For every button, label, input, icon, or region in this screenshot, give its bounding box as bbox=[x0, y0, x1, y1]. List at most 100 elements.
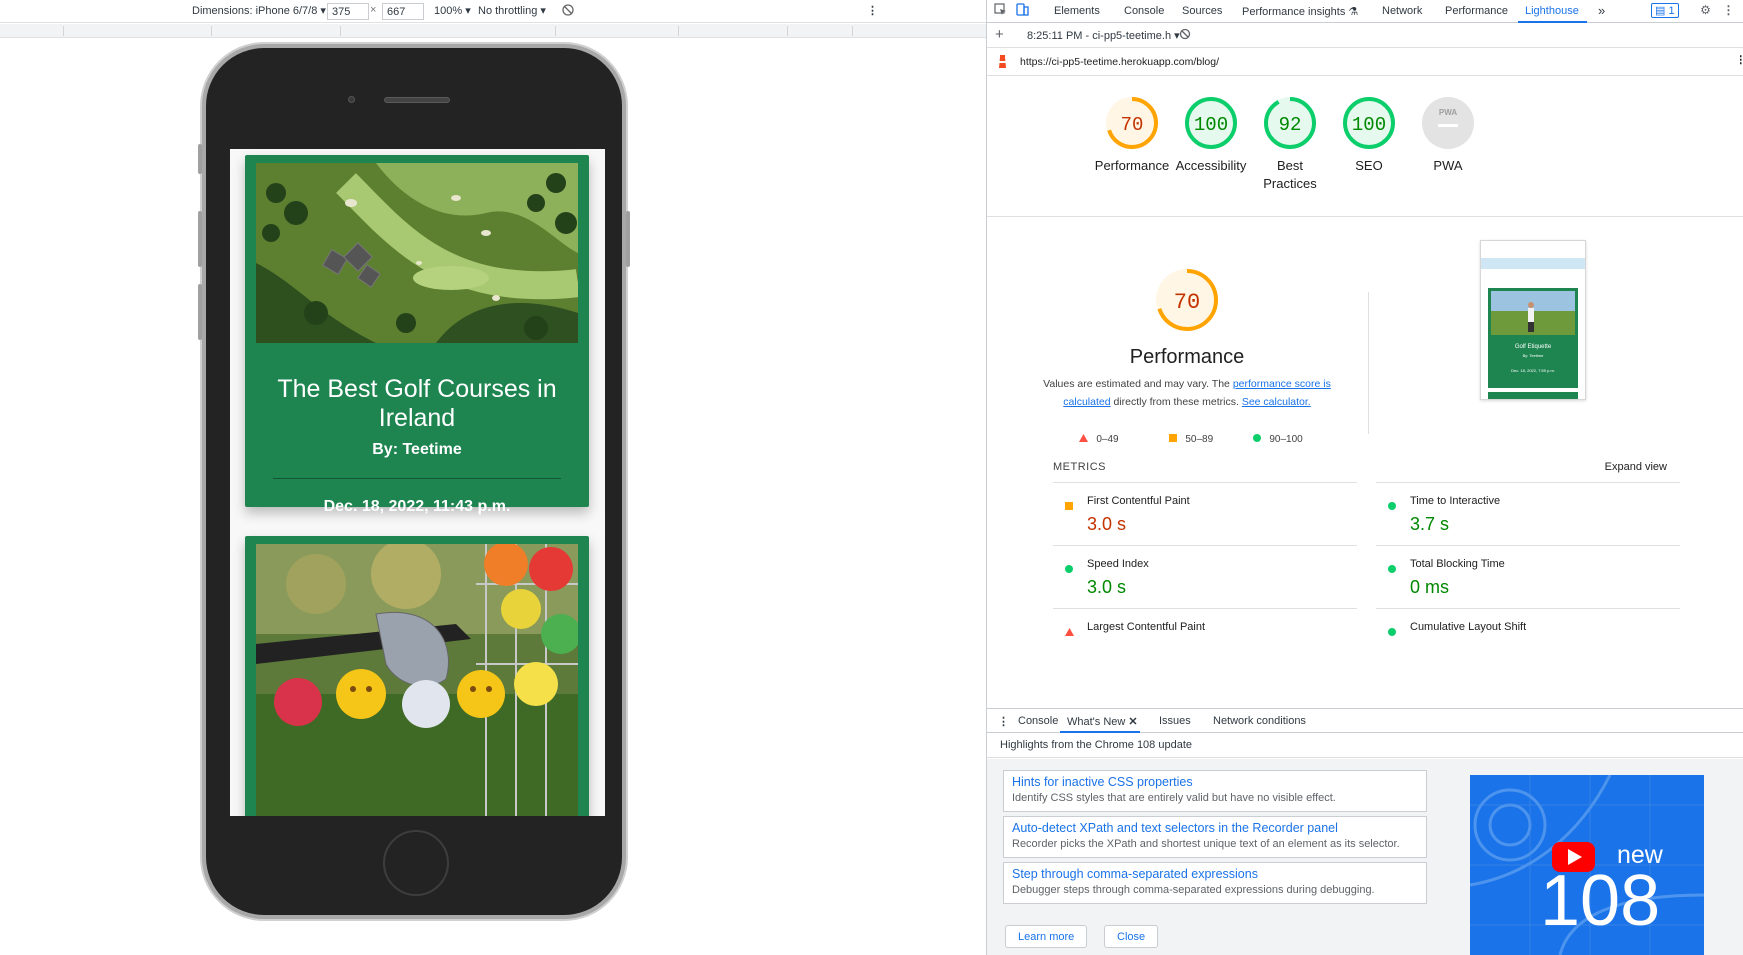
blog-post-card[interactable] bbox=[245, 536, 589, 816]
tab-sources[interactable]: Sources bbox=[1182, 5, 1222, 17]
highlight-item[interactable]: Step through comma-separated expressions… bbox=[1003, 862, 1427, 904]
device-ruler bbox=[0, 24, 986, 38]
gauge-score: PWA bbox=[1439, 108, 1457, 117]
thumb-golfer-image bbox=[1491, 291, 1575, 335]
lighthouse-logo-icon bbox=[997, 55, 1008, 72]
report-menu-icon[interactable]: ⋮ bbox=[1736, 54, 1743, 66]
tab-console[interactable]: Console bbox=[1124, 5, 1164, 17]
gauge-ring: 100 bbox=[1343, 97, 1395, 149]
metric-value: 3.0 s bbox=[1087, 577, 1127, 597]
gauge-label: Best Practices bbox=[1263, 158, 1317, 191]
circle-icon bbox=[1253, 434, 1261, 442]
gauge-score: 100 bbox=[1352, 114, 1386, 136]
gauge-ring: 100 bbox=[1185, 97, 1237, 149]
expand-view-button[interactable]: Expand view bbox=[1605, 461, 1667, 473]
front-camera bbox=[348, 96, 355, 103]
drawer-menu-icon[interactable]: ⋮ bbox=[998, 715, 1009, 728]
metric-name: Cumulative Layout Shift bbox=[1410, 621, 1527, 633]
thumb-post-author: By: Teetime bbox=[1522, 353, 1544, 358]
more-tabs-icon[interactable]: » bbox=[1598, 3, 1605, 18]
close-tab-icon[interactable]: ✕ bbox=[1128, 716, 1137, 728]
big-gauge-score: 70 bbox=[1174, 290, 1200, 315]
blog-post-card[interactable]: The Best Golf Courses in Ireland By: Tee… bbox=[245, 155, 589, 515]
report-selector[interactable]: 8:25:11 PM - ci-pp5-teetime.h ▾ bbox=[1027, 29, 1180, 42]
gauge-best-practices[interactable]: 92 Best Practices bbox=[1245, 95, 1335, 193]
drawer-tab-label: What's New bbox=[1067, 716, 1126, 728]
rotate-icon[interactable] bbox=[561, 3, 575, 20]
issues-badge[interactable]: ▤ 1 bbox=[1651, 3, 1679, 18]
zoom-dropdown[interactable]: 100% ▾ bbox=[434, 4, 471, 17]
volume-down-button bbox=[198, 284, 202, 340]
experiment-flask-icon: ⚗ bbox=[1348, 6, 1359, 18]
tab-elements[interactable]: Elements bbox=[1054, 5, 1100, 17]
drawer-tab-issues[interactable]: Issues bbox=[1159, 715, 1191, 727]
drawer-tab-network-conditions[interactable]: Network conditions bbox=[1213, 715, 1306, 727]
gauge-seo[interactable]: 100 SEO bbox=[1324, 95, 1414, 175]
gauge-performance[interactable]: 70 Performance bbox=[1087, 95, 1177, 175]
metric-value: 3.7 s bbox=[1410, 514, 1450, 534]
fail-triangle-icon bbox=[1065, 628, 1074, 636]
devtools-tab-bar: Elements Console Sources Performance ins… bbox=[987, 0, 1743, 23]
highlight-description: Debugger steps through comma-separated e… bbox=[1012, 884, 1375, 896]
post-title[interactable]: The Best Golf Courses in Ireland bbox=[255, 375, 579, 433]
throttling-value: No throttling bbox=[478, 5, 538, 17]
dropdown-arrow-icon: ▾ bbox=[465, 5, 471, 17]
throttling-dropdown[interactable]: No throttling ▾ bbox=[478, 4, 546, 17]
metric-value: 3.0 s bbox=[1087, 514, 1127, 534]
performance-big-gauge: 70 bbox=[1156, 269, 1218, 331]
highlight-description: Identify CSS styles that are entirely va… bbox=[1012, 792, 1336, 804]
lighthouse-url-bar: https://ci-pp5-teetime.herokuapp.com/blo… bbox=[987, 49, 1743, 76]
tab-lighthouse[interactable]: Lighthouse bbox=[1525, 5, 1579, 17]
clear-reports-icon[interactable] bbox=[1179, 28, 1191, 43]
customize-menu-icon[interactable]: ⋮ bbox=[1721, 3, 1736, 18]
highlight-title[interactable]: Step through comma-separated expressions bbox=[1012, 866, 1418, 882]
see-calculator-link[interactable]: See calculator. bbox=[1242, 396, 1311, 408]
section-separator bbox=[1368, 292, 1369, 434]
audited-url[interactable]: https://ci-pp5-teetime.herokuapp.com/blo… bbox=[1020, 56, 1219, 68]
mute-switch bbox=[198, 144, 202, 174]
more-options-icon[interactable]: ⋮ bbox=[867, 4, 878, 17]
desc-text: directly from these metrics. bbox=[1110, 396, 1242, 408]
active-drawer-tab-indicator bbox=[1060, 731, 1140, 733]
active-tab-indicator bbox=[1518, 21, 1587, 23]
device-height-input[interactable] bbox=[382, 3, 424, 20]
gauge-label: PWA bbox=[1433, 158, 1463, 173]
average-square-icon bbox=[1065, 502, 1073, 510]
gauge-pwa[interactable]: PWA PWA bbox=[1403, 95, 1493, 175]
zoom-value: 100% bbox=[434, 5, 463, 17]
metric-name: Total Blocking Time bbox=[1410, 558, 1505, 570]
drawer-tab-console[interactable]: Console bbox=[1018, 715, 1058, 727]
thumb-post-card: Golf Etiquette By: Teetime Dec. 18, 2022… bbox=[1488, 288, 1578, 388]
gauge-accessibility[interactable]: 100 Accessibility bbox=[1166, 95, 1256, 175]
tab-label: Performance insights bbox=[1242, 6, 1346, 18]
tab-performance-insights[interactable]: Performance insights ⚗ bbox=[1242, 5, 1358, 18]
chrome-108-promo-video[interactable]: new 108 bbox=[1470, 775, 1704, 955]
inspect-element-icon[interactable] bbox=[993, 3, 1008, 18]
tab-performance[interactable]: Performance bbox=[1445, 5, 1508, 17]
highlight-title[interactable]: Hints for inactive CSS properties bbox=[1012, 774, 1418, 790]
device-toolbar: Dimensions: iPhone 6/7/8 ▾ × 100% ▾ No t… bbox=[0, 0, 986, 23]
highlight-title[interactable]: Auto-detect XPath and text selectors in … bbox=[1012, 820, 1418, 836]
dropdown-arrow-icon: ▾ bbox=[320, 5, 326, 17]
device-dimensions-dropdown[interactable]: Dimensions: iPhone 6/7/8 ▾ bbox=[192, 4, 326, 17]
device-width-input[interactable] bbox=[327, 3, 369, 20]
highlight-item[interactable]: Hints for inactive CSS properties Identi… bbox=[1003, 770, 1427, 812]
phone-screen[interactable]: The Best Golf Courses in Ireland By: Tee… bbox=[230, 149, 605, 816]
pass-circle-icon bbox=[1388, 502, 1396, 510]
learn-more-button[interactable]: Learn more bbox=[1005, 925, 1088, 948]
dimension-separator: × bbox=[370, 4, 377, 16]
gauge-label: Accessibility bbox=[1175, 158, 1247, 173]
legend-average-label: 50–89 bbox=[1185, 434, 1214, 445]
gauge-ring: 92 bbox=[1264, 97, 1316, 149]
final-screenshot-thumbnail[interactable]: Golf Etiquette By: Teetime Dec. 18, 2022… bbox=[1480, 240, 1586, 400]
tab-network[interactable]: Network bbox=[1382, 5, 1422, 17]
settings-gear-icon[interactable]: ⚙ bbox=[1698, 3, 1713, 18]
new-report-plus-icon[interactable]: + bbox=[995, 26, 1004, 43]
device-toggle-icon[interactable] bbox=[1015, 3, 1030, 18]
highlight-item[interactable]: Auto-detect XPath and text selectors in … bbox=[1003, 816, 1427, 858]
close-button[interactable]: Close bbox=[1104, 925, 1159, 948]
drawer-tab-whats-new[interactable]: What's New ✕ bbox=[1067, 715, 1138, 728]
pwa-dash-icon bbox=[1438, 124, 1458, 127]
devtools-panel: Elements Console Sources Performance ins… bbox=[986, 0, 1743, 955]
pass-circle-icon bbox=[1388, 628, 1396, 636]
